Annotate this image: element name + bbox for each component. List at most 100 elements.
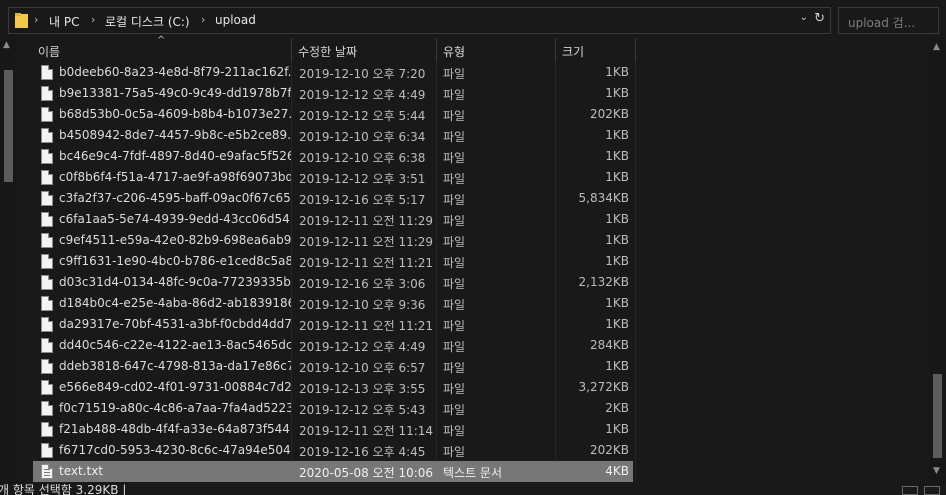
file-name: dd40c546-c22e-4122-ae13-8ac5465dc... [59, 338, 291, 352]
file-type: 파일 [443, 319, 466, 333]
file-icon [41, 380, 53, 395]
file-icon [41, 422, 53, 437]
breadcrumb-separator[interactable]: › [91, 13, 95, 26]
file-size: 1KB [605, 233, 629, 247]
list-item[interactable]: da29317e-70bf-4531-a3bf-f0cbdd4dd7... 201… [33, 314, 633, 335]
file-name: bc46e9c4-7fdf-4897-8d40-e9afac5f526b [59, 149, 291, 163]
column-size[interactable]: 크기 [557, 38, 633, 62]
address-bar[interactable]: › 내 PC › 로컬 디스크 (C:) › upload ⌄ ↻ [8, 7, 831, 34]
list-item[interactable]: c3fa2f37-c206-4595-baff-09ac0f67c658 2019… [33, 188, 633, 209]
file-name: c9ef4511-e59a-42e0-82b9-698ea6ab9... [59, 233, 291, 247]
file-size: 1KB [605, 86, 629, 100]
file-name: c3fa2f37-c206-4595-baff-09ac0f67c658 [59, 191, 291, 205]
details-view-button[interactable] [902, 486, 918, 495]
address-dropdown-icon[interactable]: ⌄ [800, 12, 808, 23]
file-icon [41, 443, 53, 458]
file-size: 202KB [589, 443, 629, 457]
column-name[interactable]: 이름 [33, 38, 291, 62]
list-item[interactable]: b0deeb60-8a23-4e8d-8f79-211ac162f... 2019… [33, 62, 633, 83]
file-size: 1KB [605, 65, 629, 79]
breadcrumb-upload[interactable]: upload [215, 13, 256, 27]
list-item[interactable]: e566e849-cd02-4f01-9731-00884c7d2... 2019… [33, 377, 633, 398]
file-date: 2019-12-12 오후 3:51 [299, 172, 426, 186]
file-type: 파일 [443, 298, 466, 312]
file-name: c0f8b6f4-f51a-4717-ae9f-a98f69073bdd [59, 170, 291, 184]
list-item[interactable]: ddeb3818-647c-4798-813a-da17e86c7... 2019… [33, 356, 633, 377]
refresh-icon[interactable]: ↻ [814, 11, 825, 26]
scroll-up-icon[interactable]: ▲ [933, 42, 940, 52]
list-item[interactable]: b68d53b0-0c5a-4609-b8b4-b1073e27... 2019-… [33, 104, 633, 125]
column-divider[interactable] [436, 38, 437, 62]
file-icon [41, 401, 53, 416]
nav-pane-scrollbar[interactable]: ▲ [0, 38, 17, 486]
list-item[interactable]: f21ab488-48db-4f4f-a33e-64a873f544... 201… [33, 419, 633, 440]
file-date: 2019-12-11 오전 11:21 [299, 256, 434, 270]
file-size: 1KB [605, 422, 629, 436]
list-item[interactable]: dd40c546-c22e-4122-ae13-8ac5465dc... 2019… [33, 335, 633, 356]
breadcrumb-separator[interactable]: › [201, 13, 205, 26]
list-item[interactable]: c6fa1aa5-5e74-4939-9edd-43cc06d54... 2019… [33, 209, 633, 230]
list-item[interactable]: f6717cd0-5953-4230-8c6c-47a94e504... 2019… [33, 440, 633, 461]
list-item[interactable]: bc46e9c4-7fdf-4897-8d40-e9afac5f526b 2019… [33, 146, 633, 167]
column-date[interactable]: 수정한 날짜 [293, 38, 435, 62]
file-type: 파일 [443, 88, 466, 102]
column-divider[interactable] [635, 38, 636, 62]
scrollbar-thumb[interactable] [4, 70, 13, 182]
file-name: f0c71519-a80c-4c86-a7aa-7fa4ad5223... [59, 401, 291, 415]
list-item[interactable]: d03c31d4-0134-48fc-9c0a-77239335b... 2019… [33, 272, 633, 293]
column-type[interactable]: 유형 [438, 38, 554, 62]
file-size: 1KB [605, 254, 629, 268]
file-list: b0deeb60-8a23-4e8d-8f79-211ac162f... 2019… [33, 62, 643, 482]
file-date: 2019-12-10 오후 6:38 [299, 151, 426, 165]
list-item[interactable]: b9e13381-75a5-49c0-9c49-dd1978b7f... 2019… [33, 83, 633, 104]
file-size: 1KB [605, 296, 629, 310]
large-icons-view-button[interactable] [924, 486, 940, 495]
list-item[interactable]: b4508942-8de7-4457-9b8c-e5b2ce89... 2019-… [33, 125, 633, 146]
file-date: 2020-05-08 오전 10:06 [299, 466, 434, 480]
breadcrumb-local-disk[interactable]: 로컬 디스크 (C:) [105, 13, 190, 30]
file-name: d184b0c4-e25e-4aba-86d2-ab1839186... [59, 296, 291, 310]
file-size: 202KB [589, 107, 629, 121]
file-size: 5,834KB [578, 191, 629, 205]
list-item[interactable]: c9ff1631-1e90-4bc0-b786-e1ced8c5a8... 201… [33, 251, 633, 272]
file-icon [41, 275, 53, 290]
file-icon [41, 149, 53, 164]
file-date: 2019-12-12 오후 4:49 [299, 340, 426, 354]
list-item-selected[interactable]: text.txt 2020-05-08 오전 10:06 텍스트 문서 4KB [33, 461, 633, 482]
file-date: 2019-12-13 오후 3:55 [299, 382, 426, 396]
list-item[interactable]: d184b0c4-e25e-4aba-86d2-ab1839186... 2019… [33, 293, 633, 314]
file-size: 1KB [605, 359, 629, 373]
file-icon [41, 107, 53, 122]
file-date: 2019-12-16 오후 4:45 [299, 445, 426, 459]
search-box[interactable]: upload 검... [838, 7, 939, 34]
status-bar: 개 항목 선택함 3.29KB | [0, 484, 946, 495]
text-file-icon [41, 464, 53, 479]
file-name: da29317e-70bf-4531-a3bf-f0cbdd4dd7... [59, 317, 291, 331]
file-date: 2019-12-10 오후 6:34 [299, 130, 426, 144]
search-input[interactable]: upload 검... [848, 14, 915, 31]
file-type: 파일 [443, 193, 466, 207]
file-size: 1KB [605, 170, 629, 184]
file-icon [41, 254, 53, 269]
file-date: 2019-12-10 오후 9:36 [299, 298, 426, 312]
breadcrumb-this-pc[interactable]: 내 PC [49, 13, 79, 30]
list-item[interactable]: c9ef4511-e59a-42e0-82b9-698ea6ab9... 2019… [33, 230, 633, 251]
file-date: 2019-12-12 오후 5:44 [299, 109, 426, 123]
file-name: b4508942-8de7-4457-9b8c-e5b2ce89... [59, 128, 291, 142]
column-divider[interactable] [291, 38, 292, 62]
file-icon [41, 233, 53, 248]
list-item[interactable]: f0c71519-a80c-4c86-a7aa-7fa4ad5223... 201… [33, 398, 633, 419]
file-size: 4KB [605, 464, 629, 478]
column-divider[interactable] [555, 38, 556, 62]
scroll-down-icon[interactable]: ▼ [933, 466, 940, 476]
scrollbar-thumb[interactable] [933, 374, 942, 458]
file-date: 2019-12-11 오전 11:29 [299, 235, 434, 249]
breadcrumb-separator[interactable]: › [34, 13, 38, 26]
list-item[interactable]: c0f8b6f4-f51a-4717-ae9f-a98f69073bdd 2019… [33, 167, 633, 188]
file-type: 파일 [443, 424, 466, 438]
file-type: 파일 [443, 67, 466, 81]
file-date: 2019-12-10 오후 7:20 [299, 67, 426, 81]
file-name: f6717cd0-5953-4230-8c6c-47a94e504... [59, 443, 291, 457]
scroll-up-icon[interactable]: ▲ [3, 40, 10, 50]
file-list-scrollbar[interactable]: ▲ ▼ [929, 38, 946, 486]
